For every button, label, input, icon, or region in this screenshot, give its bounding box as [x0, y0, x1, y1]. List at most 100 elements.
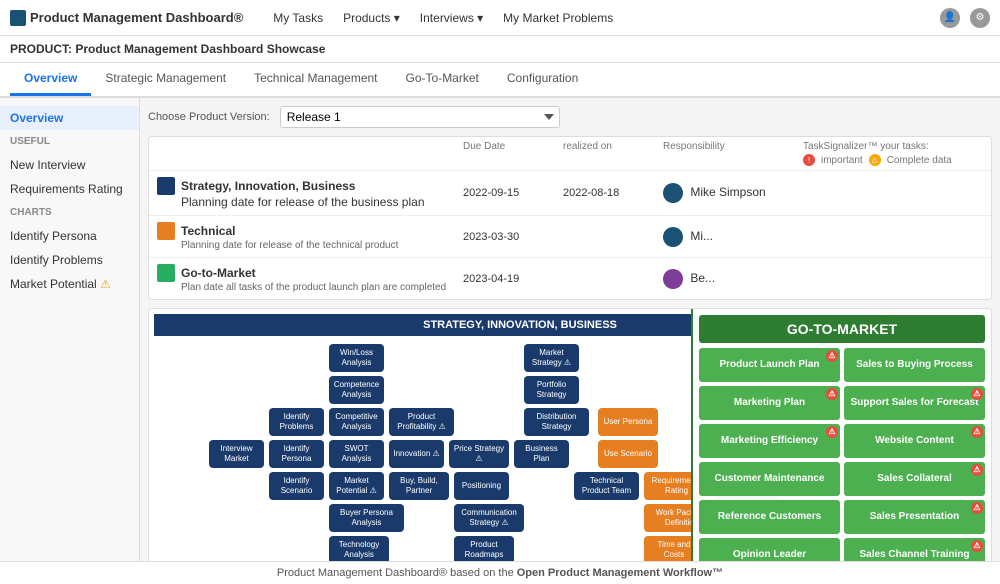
gtm-reference-customers[interactable]: Reference Customers — [699, 500, 840, 534]
sidebar-requirements-rating[interactable]: Requirements Rating — [0, 177, 139, 201]
important-label: important — [821, 155, 863, 166]
sidebar-new-interview[interactable]: New Interview — [0, 153, 139, 177]
gtm-marketing-plan[interactable]: Marketing Plan ⚠ — [699, 386, 840, 420]
warn-badge-7: ⚠ — [971, 464, 983, 476]
plan-color-strategy — [157, 177, 175, 195]
footer-text: Product Management Dashboard® based on t… — [277, 567, 723, 579]
plan-name-strategy: Strategy, Innovation, Business — [181, 179, 355, 193]
user-icon[interactable]: 👤 — [940, 8, 960, 28]
plan-responsible-gtm: Be... — [663, 269, 803, 289]
node-identify-persona[interactable]: Identify Persona — [269, 440, 324, 468]
gtm-sales-collateral[interactable]: Sales Collateral ⚠ — [844, 462, 985, 496]
main-content: Overview USEFUL New Interview Requiremen… — [0, 98, 1000, 561]
col-realized-on: realized on — [563, 141, 663, 166]
plan-color-gtm — [157, 264, 175, 282]
node-competitive[interactable]: Competitive Analysis — [329, 408, 384, 436]
node-innovation[interactable]: Innovation ⚠ — [389, 440, 444, 468]
warn-badge-3: ⚠ — [971, 388, 983, 400]
tabs-bar: Overview Strategic Management Technical … — [0, 63, 1000, 98]
gtm-opinion-leader[interactable]: Opinion Leader — [699, 538, 840, 561]
plan-due-gtm: 2023-04-19 — [463, 273, 563, 285]
tab-overview[interactable]: Overview — [10, 63, 91, 96]
planning-row-strategy: Strategy, Innovation, Business Planning … — [149, 171, 991, 216]
node-use-scenario[interactable]: Use Scenario — [598, 440, 658, 468]
node-user-persona[interactable]: User Persona — [598, 408, 658, 436]
node-competence[interactable]: Competence Analysis — [329, 376, 384, 404]
node-buyer-persona[interactable]: Buyer Persona Analysis — [329, 504, 404, 532]
plan-name-gtm: Go-to-Market — [181, 266, 256, 280]
gtm-sales-buying[interactable]: Sales to Buying Process — [844, 348, 985, 382]
sidebar: Overview USEFUL New Interview Requiremen… — [0, 98, 140, 561]
gtm-sales-presentation[interactable]: Sales Presentation ⚠ — [844, 500, 985, 534]
gtm-sales-channel[interactable]: Sales Channel Training ⚠ — [844, 538, 985, 561]
node-identify-scenario[interactable]: Identify Scenario — [269, 472, 324, 500]
warn-badge-9: ⚠ — [971, 502, 983, 514]
product-bar: PRODUCT: Product Management Dashboard Sh… — [0, 36, 1000, 63]
nav-products[interactable]: Products ▾ — [343, 11, 400, 25]
warn-badge-5: ⚠ — [971, 426, 983, 438]
header-right: 👤 ⚙ — [940, 8, 990, 28]
node-price-strategy[interactable]: Price Strategy ⚠ — [449, 440, 509, 468]
version-select[interactable]: Release 1 Release 2 Release 3 — [280, 106, 560, 128]
sidebar-overview[interactable]: Overview — [0, 106, 139, 130]
node-positioning[interactable]: Positioning — [454, 472, 509, 500]
app-title: Product Management Dashboard® — [30, 10, 243, 25]
node-win-loss[interactable]: Win/Loss Analysis — [329, 344, 384, 372]
node-communication[interactable]: Communication Strategy ⚠ — [454, 504, 524, 532]
node-identify-problems[interactable]: Identify Problems — [269, 408, 324, 436]
sidebar-section-useful: USEFUL — [0, 130, 139, 153]
col-responsibility: Responsibility — [663, 141, 803, 166]
warn-badge-11: ⚠ — [971, 540, 983, 552]
gtm-marketing-efficiency[interactable]: Marketing Efficiency ⚠ — [699, 424, 840, 458]
node-product-profitability[interactable]: Product Profitability ⚠ — [389, 408, 454, 436]
version-label: Choose Product Version: — [148, 111, 270, 123]
node-product-roadmaps[interactable]: Product Roadmaps — [454, 536, 514, 561]
tab-technical[interactable]: Technical Management — [240, 63, 391, 96]
planning-row-technical: Technical Planning date for release of t… — [149, 216, 991, 258]
version-row: Choose Product Version: Release 1 Releas… — [148, 106, 992, 128]
app-logo: Product Management Dashboard® — [10, 10, 243, 26]
plan-realized-strategy: 2022-08-18 — [563, 187, 663, 199]
nav-market-problems[interactable]: My Market Problems — [503, 11, 613, 25]
sidebar-section-charts: CHARTS — [0, 201, 139, 224]
node-swot[interactable]: SWOT Analysis — [329, 440, 384, 468]
complete-label: Complete data — [887, 155, 952, 166]
sidebar-identify-problems[interactable]: Identify Problems — [0, 248, 139, 272]
tab-config[interactable]: Configuration — [493, 63, 592, 96]
node-market-strategy[interactable]: Market Strategy ⚠ — [524, 344, 579, 372]
node-market-potential[interactable]: Market Potential ⚠ — [329, 472, 384, 500]
gtm-product-launch[interactable]: Product Launch Plan ⚠ — [699, 348, 840, 382]
product-bar-text: PRODUCT: Product Management Dashboard Sh… — [10, 42, 325, 56]
logo-icon — [10, 10, 26, 26]
workflow-area: STRATEGY, INNOVATION, BUSINESS TECHNICAL… — [148, 308, 992, 561]
node-business-plan[interactable]: Business Plan — [514, 440, 569, 468]
tab-gtm[interactable]: Go-To-Market — [392, 63, 493, 96]
nav-my-tasks[interactable]: My Tasks — [273, 11, 323, 25]
gtm-header: GO-TO-MARKET — [699, 315, 985, 343]
sidebar-identify-persona[interactable]: Identify Persona — [0, 224, 139, 248]
col-due-date: Due Date — [463, 141, 563, 166]
warn-badge-0: ⚠ — [826, 350, 838, 362]
sidebar-market-potential[interactable]: Market Potential — [0, 272, 139, 296]
header-nav: My Tasks Products ▾ Interviews ▾ My Mark… — [273, 11, 940, 25]
plan-color-technical — [157, 222, 175, 240]
plan-due-technical: 2023-03-30 — [463, 231, 563, 243]
node-distribution[interactable]: Distribution Strategy — [524, 408, 589, 436]
avatar-technical — [663, 227, 683, 247]
avatar-gtm — [663, 269, 683, 289]
node-portfolio[interactable]: Portfolio Strategy — [524, 376, 579, 404]
gtm-customer-maintenance[interactable]: Customer Maintenance — [699, 462, 840, 496]
plan-desc-technical: Planning date for release of the technic… — [157, 240, 463, 251]
gtm-support-sales[interactable]: Support Sales for Forecast ⚠ — [844, 386, 985, 420]
complete-badge-icon: ⚠ — [869, 154, 881, 166]
tab-strategic[interactable]: Strategic Management — [91, 63, 240, 96]
node-technology[interactable]: Technology Analysis — [329, 536, 389, 561]
node-tech-product-team[interactable]: Technical Product Team — [574, 472, 639, 500]
gtm-website-content[interactable]: Website Content ⚠ — [844, 424, 985, 458]
important-badge-icon: ! — [803, 154, 815, 166]
node-interview-market[interactable]: Interview Market — [209, 440, 264, 468]
node-buy-build[interactable]: Buy, Build, Partner — [389, 472, 449, 500]
settings-icon[interactable]: ⚙ — [970, 8, 990, 28]
nav-interviews[interactable]: Interviews ▾ — [420, 11, 483, 25]
plan-desc-strategy: Planning date for release of the busines… — [157, 195, 463, 209]
